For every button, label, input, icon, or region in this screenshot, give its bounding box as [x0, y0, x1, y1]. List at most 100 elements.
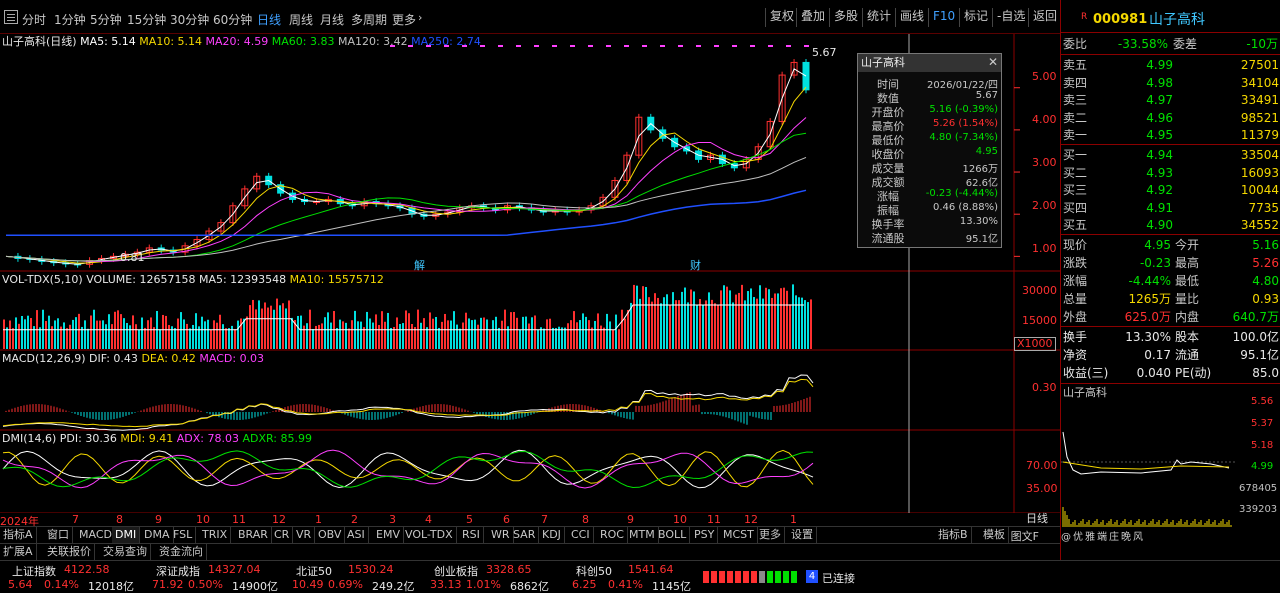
vol-y-tick-15000: 15000 — [1022, 314, 1057, 327]
volume-bar — [483, 317, 485, 349]
indicator-tab[interactable]: KDJ — [539, 527, 565, 543]
indicator-tab[interactable]: 更多 — [756, 527, 785, 543]
indicator-tab[interactable]: OBV — [315, 527, 346, 543]
ask-row[interactable]: 卖四 4.98 34104 — [1063, 74, 1279, 92]
back-button[interactable]: 返回 — [1028, 8, 1061, 27]
tooltip-value: 5.26 (1.54%) — [932, 118, 998, 129]
multistock-button[interactable]: 多股 — [829, 8, 862, 27]
indicator-tab[interactable]: SAR — [510, 527, 540, 543]
sub-tab[interactable]: 交易查询 — [100, 544, 151, 560]
volume-bar — [3, 319, 5, 349]
indicator-tab[interactable]: MCST — [720, 527, 758, 543]
volume-bar — [69, 324, 71, 349]
fuquan-button[interactable]: 复权 — [765, 8, 798, 27]
f10-button[interactable]: F10 — [928, 8, 959, 27]
ma-lines-layer — [5, 45, 809, 265]
menu-icon[interactable] — [4, 10, 18, 24]
indicator-tab[interactable]: MACD — [76, 527, 116, 543]
remove-watchlist-button[interactable]: -自选 — [992, 8, 1029, 27]
indicator-tab[interactable]: 指标A — [0, 527, 37, 543]
volume-bar — [96, 320, 98, 349]
bid-row[interactable]: 买三 4.92 10044 — [1063, 181, 1279, 199]
bid-row[interactable]: 买五 4.90 34552 — [1063, 216, 1279, 234]
book-cell: 4.95 — [1146, 128, 1173, 142]
stat-cell: -0.23 — [1139, 256, 1171, 270]
draw-button[interactable]: 画线 — [895, 8, 928, 27]
ask-row[interactable]: 卖三 4.97 33491 — [1063, 91, 1279, 109]
period-multi[interactable]: 多周期 — [351, 11, 387, 28]
tooltip-value: 13.30% — [959, 216, 998, 227]
indicator-tab[interactable]: EMV — [373, 527, 404, 543]
period-indicator[interactable]: 日线 — [1014, 512, 1060, 526]
period-60min[interactable]: 60分钟 — [213, 11, 252, 28]
indicator-tab[interactable]: BRAR — [235, 527, 272, 543]
period-more[interactable]: 更多 — [392, 11, 416, 28]
signal-marker — [498, 45, 503, 47]
book-cell: 34552 — [1240, 218, 1279, 232]
period-1min[interactable]: 1分钟 — [54, 11, 86, 28]
period-30min[interactable]: 30分钟 — [170, 11, 209, 28]
sub-tab[interactable]: 扩展A — [0, 544, 37, 560]
volume-bar — [486, 319, 488, 349]
volume-bars-layer — [3, 284, 812, 349]
indicator-tab[interactable]: VR — [293, 527, 316, 543]
overlay-button[interactable]: 叠加 — [796, 8, 829, 27]
indicator-tab-right[interactable]: 指标B — [935, 527, 972, 543]
book-cell: 4.97 — [1146, 93, 1173, 107]
close-icon[interactable]: ✕ — [988, 55, 998, 69]
period-weekly[interactable]: 周线 — [289, 11, 313, 28]
indicator-tab[interactable]: CR — [271, 527, 294, 543]
ask-row[interactable]: 卖二 4.96 98521 — [1063, 109, 1279, 127]
connect-status[interactable]: 已连接 — [822, 570, 855, 586]
indicator-tab[interactable]: FSL — [170, 527, 197, 543]
indicator-tab[interactable]: DMI — [112, 527, 141, 543]
indicator-tab-right[interactable]: 模板 — [980, 527, 1009, 543]
ask-row[interactable]: 卖五 4.99 27501 — [1063, 56, 1279, 74]
sub-tab[interactable]: 资金流向 — [156, 544, 207, 560]
index-percent: 0.50% — [188, 578, 223, 591]
volume-bar — [582, 313, 584, 349]
indicator-tab[interactable]: TRIX — [199, 527, 232, 543]
price-tooltip: 山子高科 ✕ 时间 2026/01/22/四 数值 5.67 开盘价 5.16 (-0.3… — [857, 53, 1002, 248]
sub-tab[interactable]: 关联报价 — [44, 544, 95, 560]
event-report-mark[interactable]: 财 — [690, 257, 701, 273]
indicator-tab[interactable]: BOLL — [655, 527, 691, 543]
tooltip-value: 4.95 — [975, 146, 998, 157]
period-monthly[interactable]: 月线 — [320, 11, 344, 28]
indicator-tab[interactable]: RSI — [459, 527, 484, 543]
indicator-tab[interactable]: ASI — [344, 527, 369, 543]
mini-tick-4: 4.99 — [1251, 461, 1274, 472]
macd-pane-title: MACD(12,26,9) — [2, 352, 86, 365]
indicator-tab[interactable]: VOL-TDX — [402, 527, 457, 543]
chevron-right-icon[interactable]: › — [418, 11, 422, 24]
indicator-tab[interactable]: DMA — [141, 527, 174, 543]
index-change: 5.64 — [8, 578, 33, 591]
index-name: 上证指数 — [12, 565, 56, 578]
mark-button[interactable]: 标记 — [959, 8, 992, 27]
index-change: 71.92 — [152, 578, 184, 591]
ask-row[interactable]: 卖一 4.95 11379 — [1063, 126, 1279, 144]
stat-cell: 涨幅 — [1063, 274, 1088, 288]
indicator-tab[interactable]: CCI — [568, 527, 594, 543]
x-axis: 2024年 7 8 9 10 11 12 1 2 3 4 5 6 7 8 9 10 11 12 1 — [0, 513, 1014, 528]
volume-bar — [300, 315, 302, 349]
period-fenshi[interactable]: 分时 — [22, 11, 46, 28]
indicator-tab[interactable]: 设置 — [788, 527, 817, 543]
period-daily[interactable]: 日线 — [257, 11, 281, 28]
stats-button[interactable]: 统计 — [862, 8, 895, 27]
indicator-tab[interactable]: MTM — [626, 527, 659, 543]
bid-row[interactable]: 买二 4.93 16093 — [1063, 164, 1279, 182]
indicator-tab[interactable]: PSY — [691, 527, 719, 543]
volume-bar — [681, 291, 683, 349]
volume-bar — [702, 304, 704, 349]
period-5min[interactable]: 5分钟 — [90, 11, 122, 28]
period-15min[interactable]: 15分钟 — [127, 11, 166, 28]
volume-bar — [564, 327, 566, 349]
volume-bar — [288, 300, 290, 349]
volume-bar — [786, 290, 788, 349]
indicator-tab[interactable]: ROC — [597, 527, 628, 543]
bid-row[interactable]: 买一 4.94 33504 — [1063, 146, 1279, 164]
bid-row[interactable]: 买四 4.91 7735 — [1063, 199, 1279, 217]
event-unlock-mark[interactable]: 解 — [414, 257, 425, 273]
indicator-tab[interactable]: 窗口 — [44, 527, 73, 543]
